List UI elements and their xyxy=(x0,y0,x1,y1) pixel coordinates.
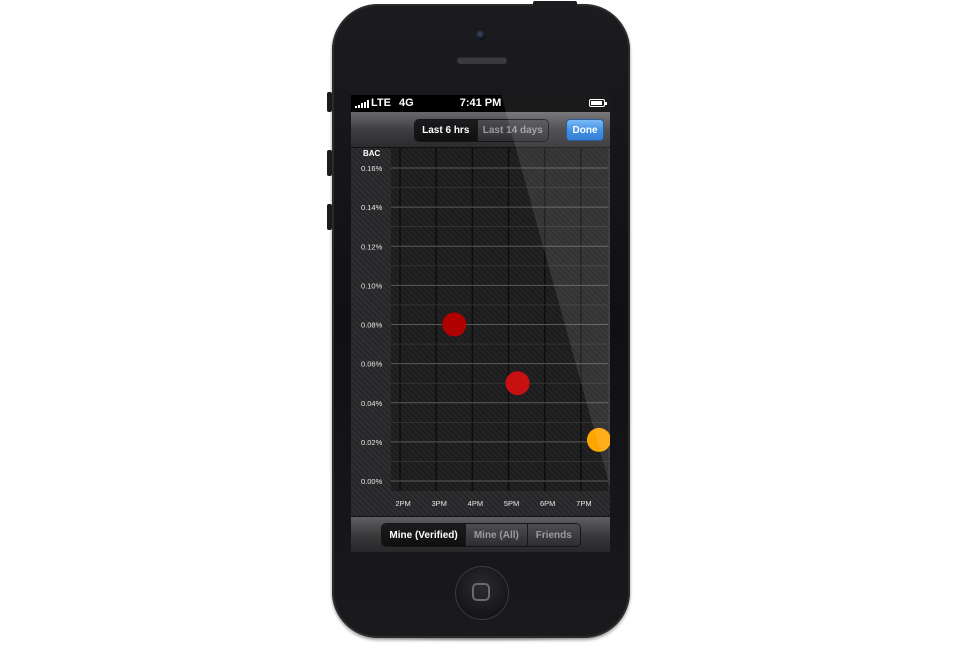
y-tick-label: 0.10% xyxy=(361,281,383,290)
plot-background xyxy=(391,148,608,491)
y-tick-label: 0.00% xyxy=(361,477,383,486)
y-axis-label: BAC xyxy=(363,149,381,158)
volume-down-button xyxy=(327,204,332,230)
y-tick-label: 0.14% xyxy=(361,203,383,212)
x-tick-label: 4PM xyxy=(468,499,483,508)
mute-switch xyxy=(327,92,332,112)
battery-level xyxy=(591,101,602,105)
power-button xyxy=(533,1,577,6)
bac-scatter-plot: BAC 0.16% 0.14% 0.12% 0.10% 0.08% 0.06% 0.04% 0.… xyxy=(361,148,610,508)
segment-mine-verified[interactable]: Mine (Verified) xyxy=(382,524,466,546)
segment-last-14-days[interactable]: Last 14 days xyxy=(476,120,548,141)
navigation-bar: Last 6 hrs Last 14 days Done xyxy=(351,112,610,148)
screen: LTE 4G 7:41 PM Last 6 hrs Last 14 days D… xyxy=(351,95,610,552)
data-point xyxy=(586,427,610,452)
x-tick-label: 6PM xyxy=(540,499,555,508)
filter-bar: Mine (Verified) Mine (All) Friends xyxy=(351,516,610,552)
data-point xyxy=(442,312,467,337)
y-tick-label: 0.04% xyxy=(361,399,383,408)
front-camera xyxy=(476,30,486,40)
time-range-segmented-control: Last 6 hrs Last 14 days xyxy=(414,119,549,142)
x-tick-label: 2PM xyxy=(395,499,410,508)
data-source-segmented-control: Mine (Verified) Mine (All) Friends xyxy=(381,523,581,547)
segment-last-6-hrs[interactable]: Last 6 hrs xyxy=(415,120,477,141)
earpiece-speaker xyxy=(457,57,507,64)
done-button[interactable]: Done xyxy=(566,119,604,141)
x-tick-label: 7PM xyxy=(576,499,591,508)
battery-icon xyxy=(589,99,607,107)
status-bar: LTE 4G 7:41 PM xyxy=(351,95,610,113)
y-tick-label: 0.06% xyxy=(361,360,383,369)
x-tick-label: 3PM xyxy=(431,499,446,508)
volume-up-button xyxy=(327,150,332,176)
bac-chart: BAC 0.16% 0.14% 0.12% 0.10% 0.08% 0.06% 0.04% 0.… xyxy=(351,148,610,516)
y-tick-label: 0.02% xyxy=(361,438,383,447)
segment-friends[interactable]: Friends xyxy=(526,524,580,546)
x-tick-label: 5PM xyxy=(504,499,519,508)
home-button[interactable] xyxy=(455,566,509,620)
y-tick-label: 0.16% xyxy=(361,164,383,173)
status-time: 7:41 PM xyxy=(459,97,502,109)
segment-mine-all[interactable]: Mine (All) xyxy=(465,524,527,546)
y-tick-label: 0.08% xyxy=(361,321,383,330)
home-button-icon xyxy=(472,583,490,601)
y-tick-label: 0.12% xyxy=(361,242,383,251)
data-point xyxy=(505,371,530,396)
